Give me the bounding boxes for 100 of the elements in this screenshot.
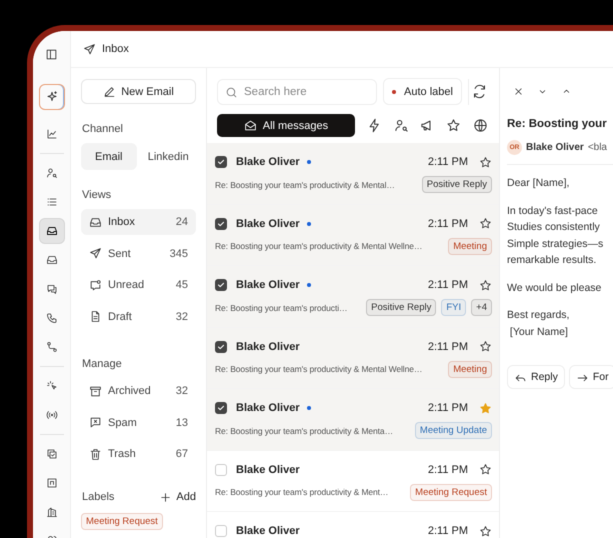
message-row[interactable]: Blake Oliver 2:11 PM Re: Boosting your team's productivity & Ment… Meeting Request (207, 450, 499, 512)
message-subject: Re: Boosting your team's productivity & Menta… (215, 426, 394, 436)
star-icon[interactable] (479, 524, 492, 538)
message-time: 2:11 PM (428, 525, 468, 537)
email-paragraph: Dear [Name], (507, 176, 570, 191)
search-field[interactable]: Search here (217, 78, 377, 104)
label-tag: Meeting (448, 360, 492, 378)
sender-name: Blake Oliver (236, 464, 300, 476)
folder-item[interactable]: Draft 32 (81, 304, 196, 330)
star-icon (446, 118, 462, 133)
dot-icon (392, 90, 396, 94)
folder-item[interactable]: Spam 13 (81, 410, 196, 436)
message-row[interactable]: Blake Oliver 2:11 PM Re: Boosting your team's productivity & Mental Wellne… Meeting (207, 204, 499, 266)
label-tag[interactable]: Meeting Request (81, 512, 163, 530)
sparkle-icon (46, 380, 58, 392)
search-icon (225, 86, 238, 98)
sender-name: Blake Oliver (236, 340, 300, 352)
label-tag: Meeting (448, 238, 492, 254)
route-icon (46, 341, 58, 353)
label-tag: Positive Reply (366, 299, 436, 316)
message-subject: Re: Boosting your team's producti… (215, 302, 348, 312)
folder-item[interactable]: Archived 32 (81, 378, 196, 404)
folder-item[interactable]: Unread 45 (81, 272, 196, 298)
checkbox[interactable] (215, 218, 227, 230)
sender-name: Blake Oliver (236, 402, 300, 414)
label-tag: Positive Reply (422, 176, 492, 193)
send-icon (89, 247, 102, 260)
folder-item[interactable]: Sent 345 (81, 240, 196, 266)
star-icon[interactable] (479, 340, 492, 353)
globe-icon (472, 118, 488, 133)
label-tag: +4 (471, 299, 492, 316)
add-label-button[interactable]: Add (159, 490, 196, 504)
forward-button[interactable]: For (568, 365, 613, 389)
sender-name: Blake Oliver (236, 525, 300, 537)
close-icon (512, 86, 524, 96)
label-tag: Meeting Request (410, 484, 492, 500)
label-tag: Meeting Update (414, 422, 492, 439)
trash-icon (89, 448, 102, 460)
send-icon (83, 42, 96, 56)
message-subject: Re: Boosting your team's productivity & Mental… (215, 180, 396, 190)
checkbox[interactable] (215, 402, 227, 414)
message-time: 2:11 PM (428, 218, 468, 230)
building-icon (46, 506, 58, 518)
sender-name: Blake Oliver (236, 218, 300, 230)
section-heading: Views (82, 189, 112, 201)
auto-label-button[interactable]: Auto label (383, 78, 462, 105)
channel-tab[interactable]: Linkedin (140, 143, 196, 170)
label-tag: FYI (441, 299, 466, 316)
inbox-icon (46, 225, 58, 237)
folder-item[interactable]: Trash 67 (81, 441, 196, 467)
email-paragraph: In today's fast-pace Studies consistently Simple strategies—s remarkable results. (507, 204, 604, 268)
inbox-icon (89, 216, 102, 228)
star-icon[interactable] (479, 217, 492, 230)
check-icon (216, 403, 226, 413)
checkbox[interactable] (215, 156, 227, 168)
star-icon[interactable] (479, 402, 492, 414)
badge-icon (46, 477, 58, 489)
sender-name: Blake Oliver (526, 142, 584, 153)
filter-button[interactable]: All messages (217, 114, 355, 137)
email-paragraph: Best regards, [Your Name] (507, 308, 570, 340)
chart-icon (46, 128, 58, 140)
ai-assistant-button[interactable] (38, 84, 64, 110)
refresh-icon (472, 84, 487, 99)
message-time: 2:11 PM (428, 340, 468, 352)
envelope-icon (244, 119, 257, 132)
email-paragraph: We would be please (507, 280, 602, 296)
user-search-icon (46, 167, 58, 179)
sidebar-nav-button[interactable] (38, 218, 64, 244)
checkbox[interactable] (215, 340, 227, 352)
plus-icon (159, 490, 172, 504)
new-email-button[interactable]: New Email (81, 79, 196, 104)
star-icon[interactable] (479, 156, 492, 168)
message-row[interactable]: Blake Oliver 2:11 PM Re: Boosting your team's producti… Positive Reply FYI +4 (207, 266, 499, 328)
sidebar-panel-icon (45, 48, 58, 60)
message-row[interactable]: Blake Oliver 2:11 PM Re: Boosting your team's productivity & Menta… Meeting Update (207, 389, 499, 450)
list-icon (46, 196, 58, 208)
folder-item[interactable]: Inbox 24 (81, 209, 196, 235)
document-icon (89, 310, 102, 323)
star-icon[interactable] (479, 463, 492, 476)
star-icon[interactable] (479, 278, 492, 292)
section-heading: Manage (82, 358, 123, 370)
check-icon (216, 157, 226, 167)
copy-check-icon (46, 448, 58, 460)
phone-icon (46, 312, 58, 324)
message-row[interactable]: Blake Oliver 2:11 PM Re: Boosting your team's productivity & Mental Wellne… Meeting (207, 328, 499, 389)
message-time: 2:11 PM (428, 279, 468, 291)
channel-tab[interactable]: Email (81, 143, 136, 170)
message-time: 2:11 PM (428, 464, 468, 476)
checkbox[interactable] (215, 279, 227, 291)
message-row[interactable]: Blake Oliver 2:11 PM (207, 512, 499, 538)
sender-name: Blake Oliver (236, 156, 300, 168)
section-heading: Channel (82, 123, 124, 135)
inbox-icon (46, 254, 58, 266)
sender-name: Blake Oliver (236, 279, 300, 291)
page-title: Inbox (102, 43, 129, 55)
broadcast-icon (46, 409, 58, 421)
spam-icon (89, 416, 102, 429)
sender-email: <bla (588, 142, 607, 153)
message-row[interactable]: Blake Oliver 2:11 PM Re: Boosting your team's productivity & Mental… Positive Reply (207, 143, 499, 204)
reply-button[interactable]: Reply (507, 365, 565, 389)
